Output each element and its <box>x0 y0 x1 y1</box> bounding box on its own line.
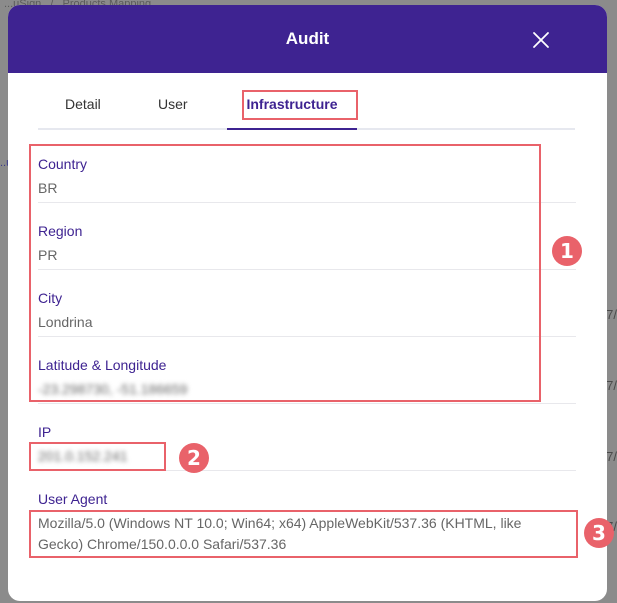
tab-bar: Detail User Infrastructure <box>38 88 575 130</box>
close-icon <box>533 32 549 48</box>
annotation-box-ip <box>29 442 166 471</box>
divider <box>38 403 576 404</box>
modal-header: Audit <box>8 5 607 73</box>
annotation-badge: 3 <box>584 518 614 548</box>
tab-user[interactable]: User <box>158 96 188 112</box>
annotation-box-user-agent <box>29 510 578 558</box>
background-cell-fragment: 7/ <box>606 378 617 393</box>
annotation-badge: 1 <box>552 236 582 266</box>
tab-detail[interactable]: Detail <box>65 96 101 112</box>
background-cell-fragment: 7/ <box>606 307 617 322</box>
background-cell-fragment: 7/ <box>606 449 617 464</box>
field-label: IP <box>38 424 52 440</box>
annotation-box-location <box>29 144 541 402</box>
field-label: User Agent <box>38 491 108 507</box>
close-button[interactable] <box>528 27 554 53</box>
modal-title: Audit <box>285 29 330 48</box>
annotation-badge: 2 <box>179 443 209 473</box>
annotation-highlight-box <box>242 90 358 120</box>
